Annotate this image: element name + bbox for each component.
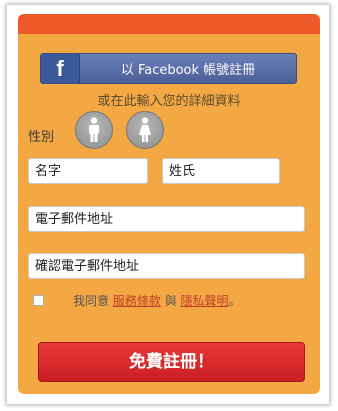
manual-entry-subtitle: 或在此輸入您的詳細資料: [97, 94, 241, 109]
facebook-icon: f: [41, 54, 80, 83]
female-person-icon: [139, 117, 151, 142]
agree-checkbox[interactable]: [33, 295, 44, 306]
signup-panel: f 以 Facebook 帳號註冊 或在此輸入您的詳細資料 性別 我同意 服務條…: [18, 14, 320, 394]
agreement-suffix: 。: [228, 294, 241, 308]
panel-header-bar: [18, 14, 320, 34]
gender-female-button[interactable]: [126, 111, 164, 149]
male-person-icon: [89, 117, 99, 142]
agreement-conjunction: 與: [164, 294, 177, 308]
terms-of-service-link[interactable]: 服務條款: [113, 294, 161, 308]
email-input[interactable]: [28, 206, 305, 232]
agreement-prefix: 我同意: [73, 294, 110, 308]
facebook-logo-letter: f: [56, 55, 64, 81]
agreement-text: 我同意 服務條款 與 隱私聲明。: [73, 292, 241, 309]
gender-label: 性別: [28, 130, 55, 145]
gender-male-button[interactable]: [75, 111, 113, 149]
facebook-signup-label: 以 Facebook 帳號註冊: [120, 63, 256, 78]
first-name-input[interactable]: [28, 158, 148, 184]
privacy-statement-link[interactable]: 隱私聲明: [181, 294, 229, 308]
free-signup-button[interactable]: 免費註冊！: [38, 342, 305, 382]
confirm-email-input[interactable]: [28, 253, 305, 279]
last-name-input[interactable]: [162, 158, 280, 184]
facebook-signup-button[interactable]: f 以 Facebook 帳號註冊: [40, 53, 297, 84]
